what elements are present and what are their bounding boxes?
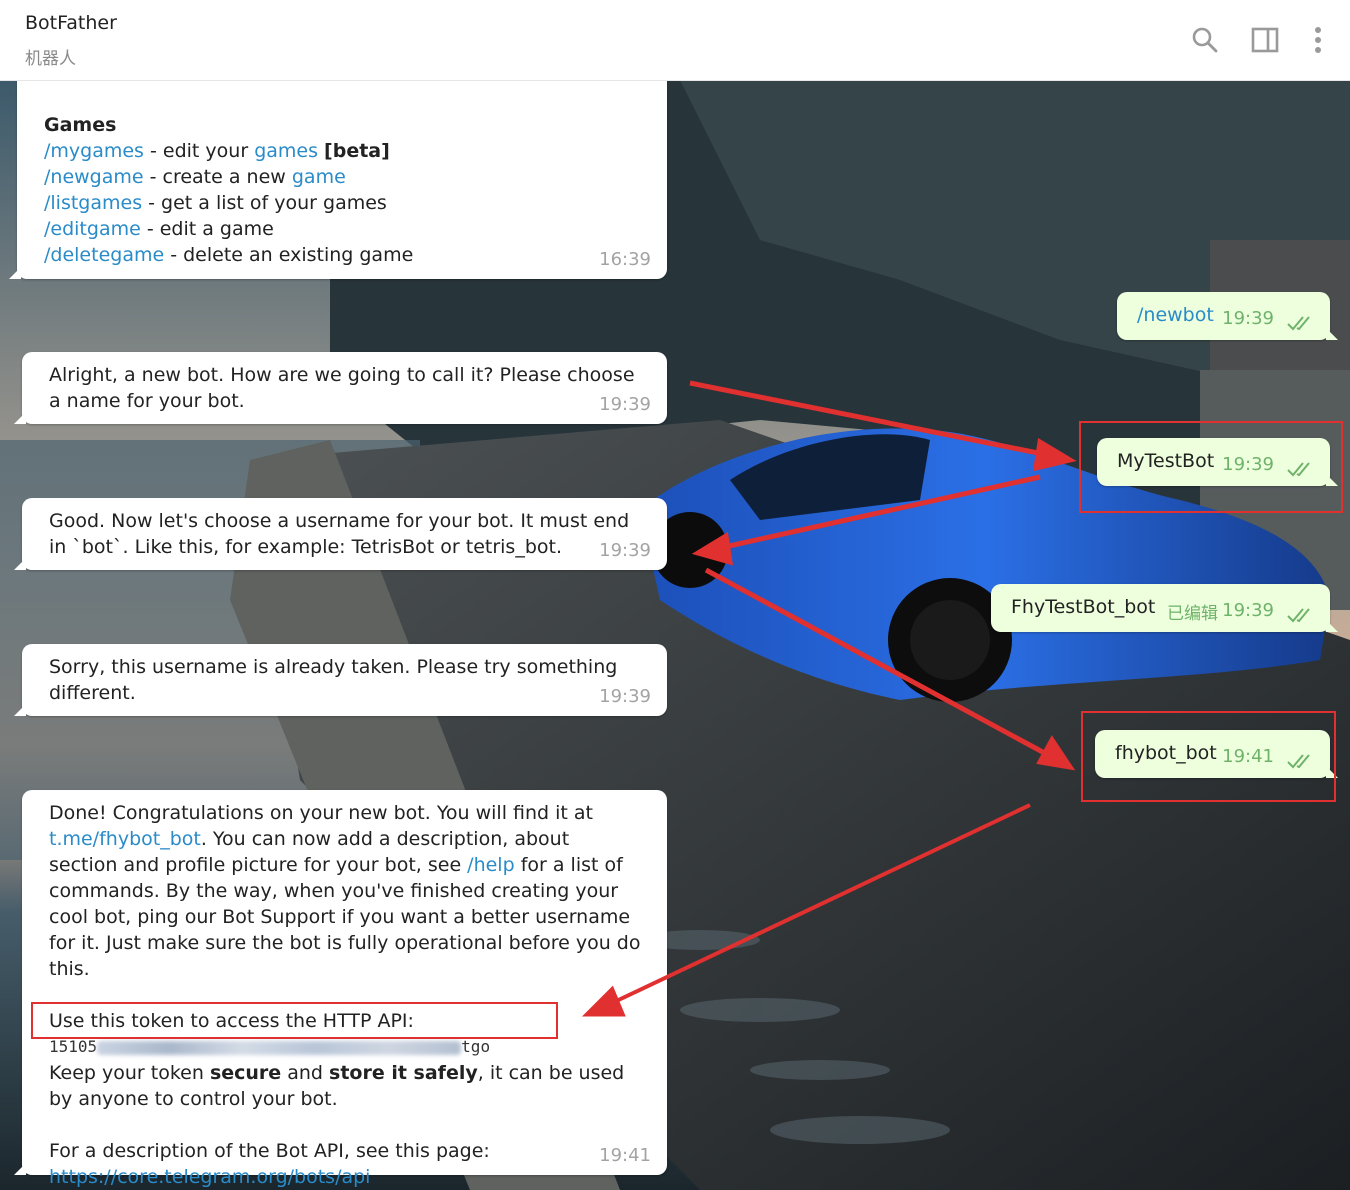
command-deletegame[interactable]: /deletegame [44, 244, 164, 266]
read-checkmarks-icon [1287, 608, 1310, 623]
sidebar-toggle-icon[interactable] [1247, 22, 1283, 58]
token-end: tgo [461, 1037, 491, 1056]
message-time: 19:41 [599, 1145, 651, 1166]
annotation-box-fhybot [1081, 711, 1336, 802]
search-icon[interactable] [1187, 22, 1223, 58]
more-vertical-icon[interactable] [1300, 22, 1336, 58]
message-time: 19:39 [599, 686, 651, 707]
token-redacted [97, 1040, 462, 1055]
games-line-text: - create a new [143, 166, 292, 188]
message-text: Good. Now let's choose a username for yo… [49, 510, 630, 558]
annotation-box-token [31, 1002, 558, 1039]
message-good: Good. Now let's choose a username for yo… [14, 498, 667, 570]
message-time: 19:39 [599, 394, 651, 415]
command-listgames[interactable]: /listgames [44, 192, 142, 214]
message-text: FhyTestBot_bot [1011, 596, 1156, 618]
command-editgame[interactable]: /editgame [44, 218, 141, 240]
message-sorry: Sorry, this username is already taken. P… [14, 644, 667, 716]
message-alright: Alright, a new bot. How are we going to … [14, 352, 667, 424]
message-newbot: /newbot 19:39 [1117, 292, 1338, 340]
api-link[interactable]: https://core.telegram.org/bots/api [49, 1164, 643, 1190]
keep-text: Keep your token [49, 1062, 210, 1084]
message-text[interactable]: /newbot [1137, 304, 1214, 326]
command-help[interactable]: /help [467, 854, 514, 876]
chat-header: BotFather 机器人 [0, 0, 1350, 81]
message-time: 19:39 [1222, 308, 1274, 329]
link-game[interactable]: game [292, 166, 346, 188]
link-games[interactable]: games [254, 140, 318, 162]
games-line-editgame: /editgame - edit a game [44, 216, 643, 242]
annotation-box-mytestbot [1079, 421, 1343, 513]
chat-subtitle: 机器人 [25, 49, 76, 69]
bot-link[interactable]: t.me/fhybot_bot [49, 828, 201, 850]
done-paragraph: Done! Congratulations on your new bot. Y… [49, 800, 643, 982]
read-checkmarks-icon [1287, 316, 1310, 331]
keep-text: and [281, 1062, 330, 1084]
chat-title[interactable]: BotFather [25, 12, 117, 34]
message-time: 16:39 [599, 249, 651, 270]
games-line-mygames: /mygames - edit your games [beta] [44, 138, 643, 164]
message-done: Done! Congratulations on your new bot. Y… [14, 790, 667, 1188]
message-fhytestbot: FhyTestBot_bot 已编辑 19:39 [991, 584, 1338, 632]
beta-label: [beta] [324, 140, 390, 162]
games-line-text: - delete an existing game [164, 244, 414, 266]
games-line-deletegame: /deletegame - delete an existing game [44, 242, 643, 268]
message-text: Alright, a new bot. How are we going to … [49, 364, 635, 412]
command-newgame[interactable]: /newgame [44, 166, 144, 188]
done-text: Done! Congratulations on your new bot. Y… [49, 802, 594, 824]
message-time: 19:39 [599, 540, 651, 561]
message-games: Games /mygames - edit your games [beta] … [9, 80, 667, 279]
api-intro: For a description of the Bot API, see th… [49, 1140, 490, 1162]
command-mygames[interactable]: /mygames [44, 140, 144, 162]
keep-bold-store: store it safely [329, 1062, 478, 1084]
keep-bold-secure: secure [209, 1062, 282, 1084]
games-line-text: - get a list of your games [142, 192, 387, 214]
keep-secure-line: Keep your token secure and store it safe… [49, 1060, 643, 1112]
edited-label: 已编辑 [1167, 604, 1218, 624]
token-start: 15105 [49, 1037, 98, 1056]
games-line-text: - edit your [143, 140, 255, 162]
games-line-text: - edit a game [140, 218, 274, 240]
games-line-listgames: /listgames - get a list of your games [44, 190, 643, 216]
message-time: 19:39 [1222, 600, 1274, 621]
games-heading: Games [44, 114, 117, 136]
message-text: Sorry, this username is already taken. P… [49, 656, 618, 704]
games-line-newgame: /newgame - create a new game [44, 164, 643, 190]
